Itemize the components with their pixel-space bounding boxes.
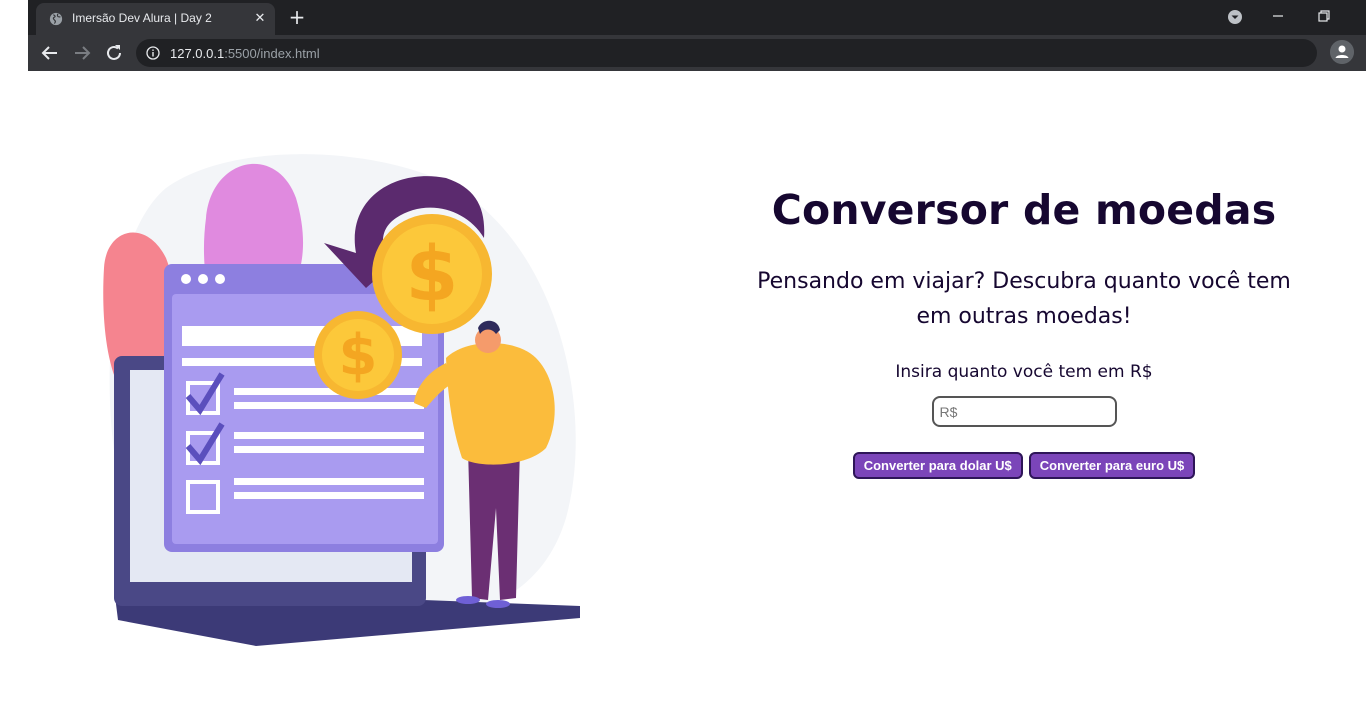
desktop-edge bbox=[0, 0, 28, 727]
convert-euro-button[interactable]: Converter para euro U$ bbox=[1028, 452, 1196, 479]
svg-text:$: $ bbox=[339, 323, 378, 388]
tab-title: Imersão Dev Alura | Day 2 bbox=[72, 11, 212, 25]
info-icon[interactable] bbox=[146, 46, 160, 60]
page-title: Conversor de moedas bbox=[771, 186, 1277, 234]
url-host: 127.0.0.1 bbox=[170, 46, 225, 61]
amount-input[interactable] bbox=[931, 396, 1117, 427]
close-icon[interactable]: ✕ bbox=[252, 11, 268, 27]
globe-icon bbox=[49, 12, 63, 26]
address-bar[interactable]: 127.0.0.1:5500/index.html bbox=[136, 39, 1317, 67]
back-arrow-icon[interactable] bbox=[38, 41, 62, 65]
minimize-icon[interactable] bbox=[1268, 6, 1288, 26]
reload-icon[interactable] bbox=[102, 41, 126, 65]
browser-toolbar: 127.0.0.1:5500/index.html bbox=[28, 35, 1366, 71]
convert-dollar-button[interactable]: Converter para dolar U$ bbox=[852, 452, 1023, 479]
url-path: :5500/index.html bbox=[224, 46, 320, 61]
currency-exchange-illustration: $ $ bbox=[103, 154, 580, 646]
forward-arrow-icon[interactable] bbox=[70, 41, 94, 65]
converter-panel: Conversor de moedas Pensando em viajar? … bbox=[744, 180, 1304, 479]
svg-text:$: $ bbox=[406, 229, 459, 318]
browser-tab-bar: Imersão Dev Alura | Day 2 ✕ + bbox=[28, 0, 1366, 35]
convert-buttons: Converter para dolar U$ Converter para e… bbox=[744, 452, 1304, 479]
profile-icon[interactable] bbox=[1330, 40, 1354, 64]
restore-icon[interactable] bbox=[1314, 6, 1334, 26]
url-text: 127.0.0.1:5500/index.html bbox=[170, 46, 320, 61]
plus-icon[interactable]: + bbox=[286, 6, 308, 28]
amount-label: Insira quanto você tem em R$ bbox=[895, 362, 1153, 382]
page-subtitle: Pensando em viajar? Descubra quanto você… bbox=[757, 269, 1291, 329]
tab-search-icon[interactable] bbox=[1226, 8, 1244, 26]
browser-tab[interactable]: Imersão Dev Alura | Day 2 ✕ bbox=[36, 3, 275, 35]
